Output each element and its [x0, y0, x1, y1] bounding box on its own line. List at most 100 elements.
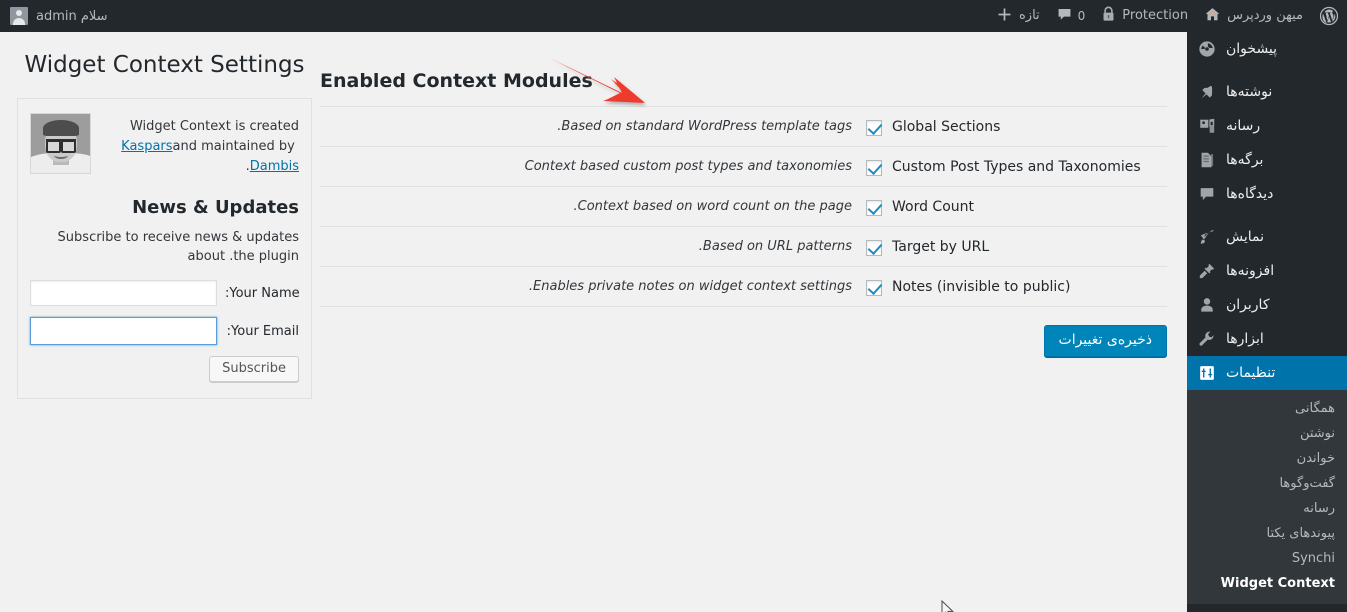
- module-checkbox-cell: [860, 107, 882, 147]
- module-name-label: (Notes (invisible to public: [892, 278, 1071, 295]
- comments-count: 0: [1077, 9, 1086, 23]
- comment-bubble-icon: [1056, 6, 1073, 27]
- sidebar-item-label: دیدگاه‌ها: [1226, 186, 1274, 202]
- module-checkbox[interactable]: [866, 119, 882, 136]
- sidebar-item-9[interactable]: ابزارها: [1187, 322, 1347, 356]
- comment-icon: [1197, 184, 1217, 204]
- submenu-item-8[interactable]: Widget Context: [1187, 571, 1347, 596]
- module-checkbox-cell: [860, 227, 882, 267]
- sidebar-item-6[interactable]: نمایش: [1187, 220, 1347, 254]
- module-checkbox[interactable]: [866, 159, 882, 176]
- subscribe-button[interactable]: Subscribe: [209, 356, 299, 382]
- sidebar-item-label: ابزارها: [1226, 331, 1264, 347]
- submenu-item-6[interactable]: پیوندهای یکتا: [1187, 521, 1347, 546]
- sidebar-item-2[interactable]: نوشته‌ها: [1187, 75, 1347, 109]
- table-row: Global Sections .Based on standard WordPr…: [320, 106, 1167, 147]
- your-email-label: :Your Email: [226, 323, 299, 339]
- dashboard-gauge-icon: [1197, 39, 1217, 59]
- admin-sidebar-menu: پیشخوان نوشته‌ها رسانه برگه‌ها دیدگاه‌ها نمای…: [1187, 32, 1347, 612]
- subscribe-action-row: Subscribe: [30, 356, 299, 382]
- info-postbox: Widget Context is created and maintained…: [17, 98, 312, 399]
- sidebar-item-label: برگه‌ها: [1226, 152, 1264, 168]
- sidebar-item-label: نوشته‌ها: [1226, 84, 1273, 100]
- news-updates-heading: News & Updates: [132, 197, 299, 218]
- protection-label: Protection: [1122, 8, 1189, 23]
- admin-content-area: Widget Context Settings Widget Context i…: [0, 32, 1187, 612]
- admin-bar-right-group: میهن وردپرس Protection 0 تازه: [988, 0, 1347, 32]
- save-changes-button[interactable]: ذخیره‌ی تغییرات: [1043, 325, 1167, 357]
- subscribe-email-row: :Your Email: [30, 317, 299, 345]
- admin-bar-comments[interactable]: 0: [1048, 0, 1094, 32]
- appearance-brush-icon: [1197, 227, 1217, 247]
- sidebar-item-3[interactable]: رسانه: [1187, 109, 1347, 143]
- wordpress-admin-page: میهن وردپرس Protection 0 تازه سلام admin…: [0, 0, 1347, 612]
- admin-bar-new-content[interactable]: تازه: [988, 0, 1048, 32]
- users-icon: [1197, 295, 1217, 315]
- sidebar-top-level-items: پیشخوان نوشته‌ها رسانه برگه‌ها دیدگاه‌ها نمای…: [1187, 32, 1347, 390]
- admin-bar-site-name[interactable]: میهن وردپرس: [1196, 0, 1311, 32]
- module-name-label: Global Sections: [892, 118, 1001, 135]
- module-description: .Based on URL patterns: [698, 239, 852, 254]
- module-checkbox[interactable]: [866, 239, 882, 256]
- submenu-item-1[interactable]: همگانی: [1187, 396, 1347, 421]
- author-credit-row: Widget Context is created and maintained…: [30, 113, 299, 177]
- sidebar-item-label: رسانه: [1226, 118, 1261, 134]
- enabled-context-modules-form: Enabled Context Modules Global Sections.…: [320, 68, 1167, 357]
- section-title: Enabled Context Modules: [320, 70, 593, 92]
- your-email-input[interactable]: [30, 317, 217, 345]
- table-row: Word Count .Context based on word count o…: [320, 186, 1167, 227]
- author-portrait-photo: [30, 113, 91, 174]
- submenu-item-3[interactable]: خواندن: [1187, 446, 1347, 471]
- subscribe-name-row: :Your Name: [30, 280, 300, 306]
- wordpress-logo-icon[interactable]: [1311, 0, 1347, 32]
- module-description: Context based custom post types and taxo…: [524, 159, 852, 174]
- module-name-label: Custom Post Types and Taxonomies: [892, 158, 1141, 175]
- sidebar-item-8[interactable]: کاربران: [1187, 288, 1347, 322]
- media-icon: [1197, 116, 1217, 136]
- widget-context-info-panel: Widget Context Settings Widget Context i…: [17, 42, 312, 399]
- sidebar-item-1[interactable]: پیشخوان: [1187, 32, 1347, 66]
- lock-icon: [1101, 6, 1116, 26]
- sidebar-item-7[interactable]: افزونه‌ها: [1187, 254, 1347, 288]
- module-name-cell: Target by URL: [882, 227, 1167, 267]
- module-name-cell: Global Sections: [882, 107, 1167, 147]
- news-updates-description: Subscribe to receive news & updates abou…: [57, 230, 299, 264]
- admin-bar: میهن وردپرس Protection 0 تازه سلام admin: [0, 0, 1347, 32]
- sidebar-item-10[interactable]: تنظیمات: [1187, 356, 1347, 390]
- context-modules-table: Global Sections .Based on standard WordPr…: [320, 106, 1167, 307]
- module-name-cell: Custom Post Types and Taxonomies: [882, 147, 1167, 187]
- module-name-label: Target by URL: [892, 238, 990, 255]
- pin-icon: [1197, 82, 1217, 102]
- submenu-item-2[interactable]: نوشتن: [1187, 421, 1347, 446]
- table-row: Custom Post Types and Taxonomies Context …: [320, 146, 1167, 187]
- sidebar-item-label: نمایش: [1226, 229, 1265, 245]
- site-name-label: میهن وردپرس: [1227, 8, 1303, 23]
- module-checkbox[interactable]: [866, 199, 882, 216]
- submenu-item-4[interactable]: گفت‌وگوها: [1187, 471, 1347, 496]
- home-icon: [1204, 6, 1221, 27]
- admin-bar-protection[interactable]: Protection: [1093, 0, 1196, 32]
- module-checkbox[interactable]: [866, 279, 882, 296]
- submit-row: ذخیره‌ی تغییرات: [320, 307, 1167, 357]
- settings-submenu: همگانی نوشتن خواندن گفت‌وگوها رسانه پیوندهای …: [1187, 390, 1347, 604]
- sidebar-item-label: تنظیمات: [1226, 365, 1276, 381]
- sidebar-item-label: کاربران: [1226, 297, 1270, 313]
- pages-icon: [1197, 150, 1217, 170]
- sidebar-item-5[interactable]: دیدگاه‌ها: [1187, 177, 1347, 211]
- new-content-label: تازه: [1018, 8, 1040, 23]
- your-name-label: :Your Name: [225, 285, 300, 301]
- module-name-cell: Word Count: [882, 187, 1167, 227]
- submenu-item-7[interactable]: Synchi: [1187, 546, 1347, 571]
- sidebar-item-label: افزونه‌ها: [1226, 263, 1275, 279]
- your-name-input[interactable]: [30, 280, 217, 306]
- settings-sliders-icon: [1197, 363, 1217, 383]
- submenu-item-5[interactable]: رسانه: [1187, 496, 1347, 521]
- user-avatar-icon: [10, 7, 28, 25]
- context-modules-table-body: Global Sections .Based on standard WordPr…: [320, 106, 1167, 307]
- admin-bar-user-account[interactable]: سلام admin: [0, 0, 118, 32]
- plugin-plug-icon: [1197, 261, 1217, 281]
- module-name-cell: (Notes (invisible to public: [882, 267, 1167, 307]
- user-greeting-label: سلام admin: [36, 8, 108, 24]
- module-checkbox-cell: [860, 267, 882, 307]
- sidebar-item-4[interactable]: برگه‌ها: [1187, 143, 1347, 177]
